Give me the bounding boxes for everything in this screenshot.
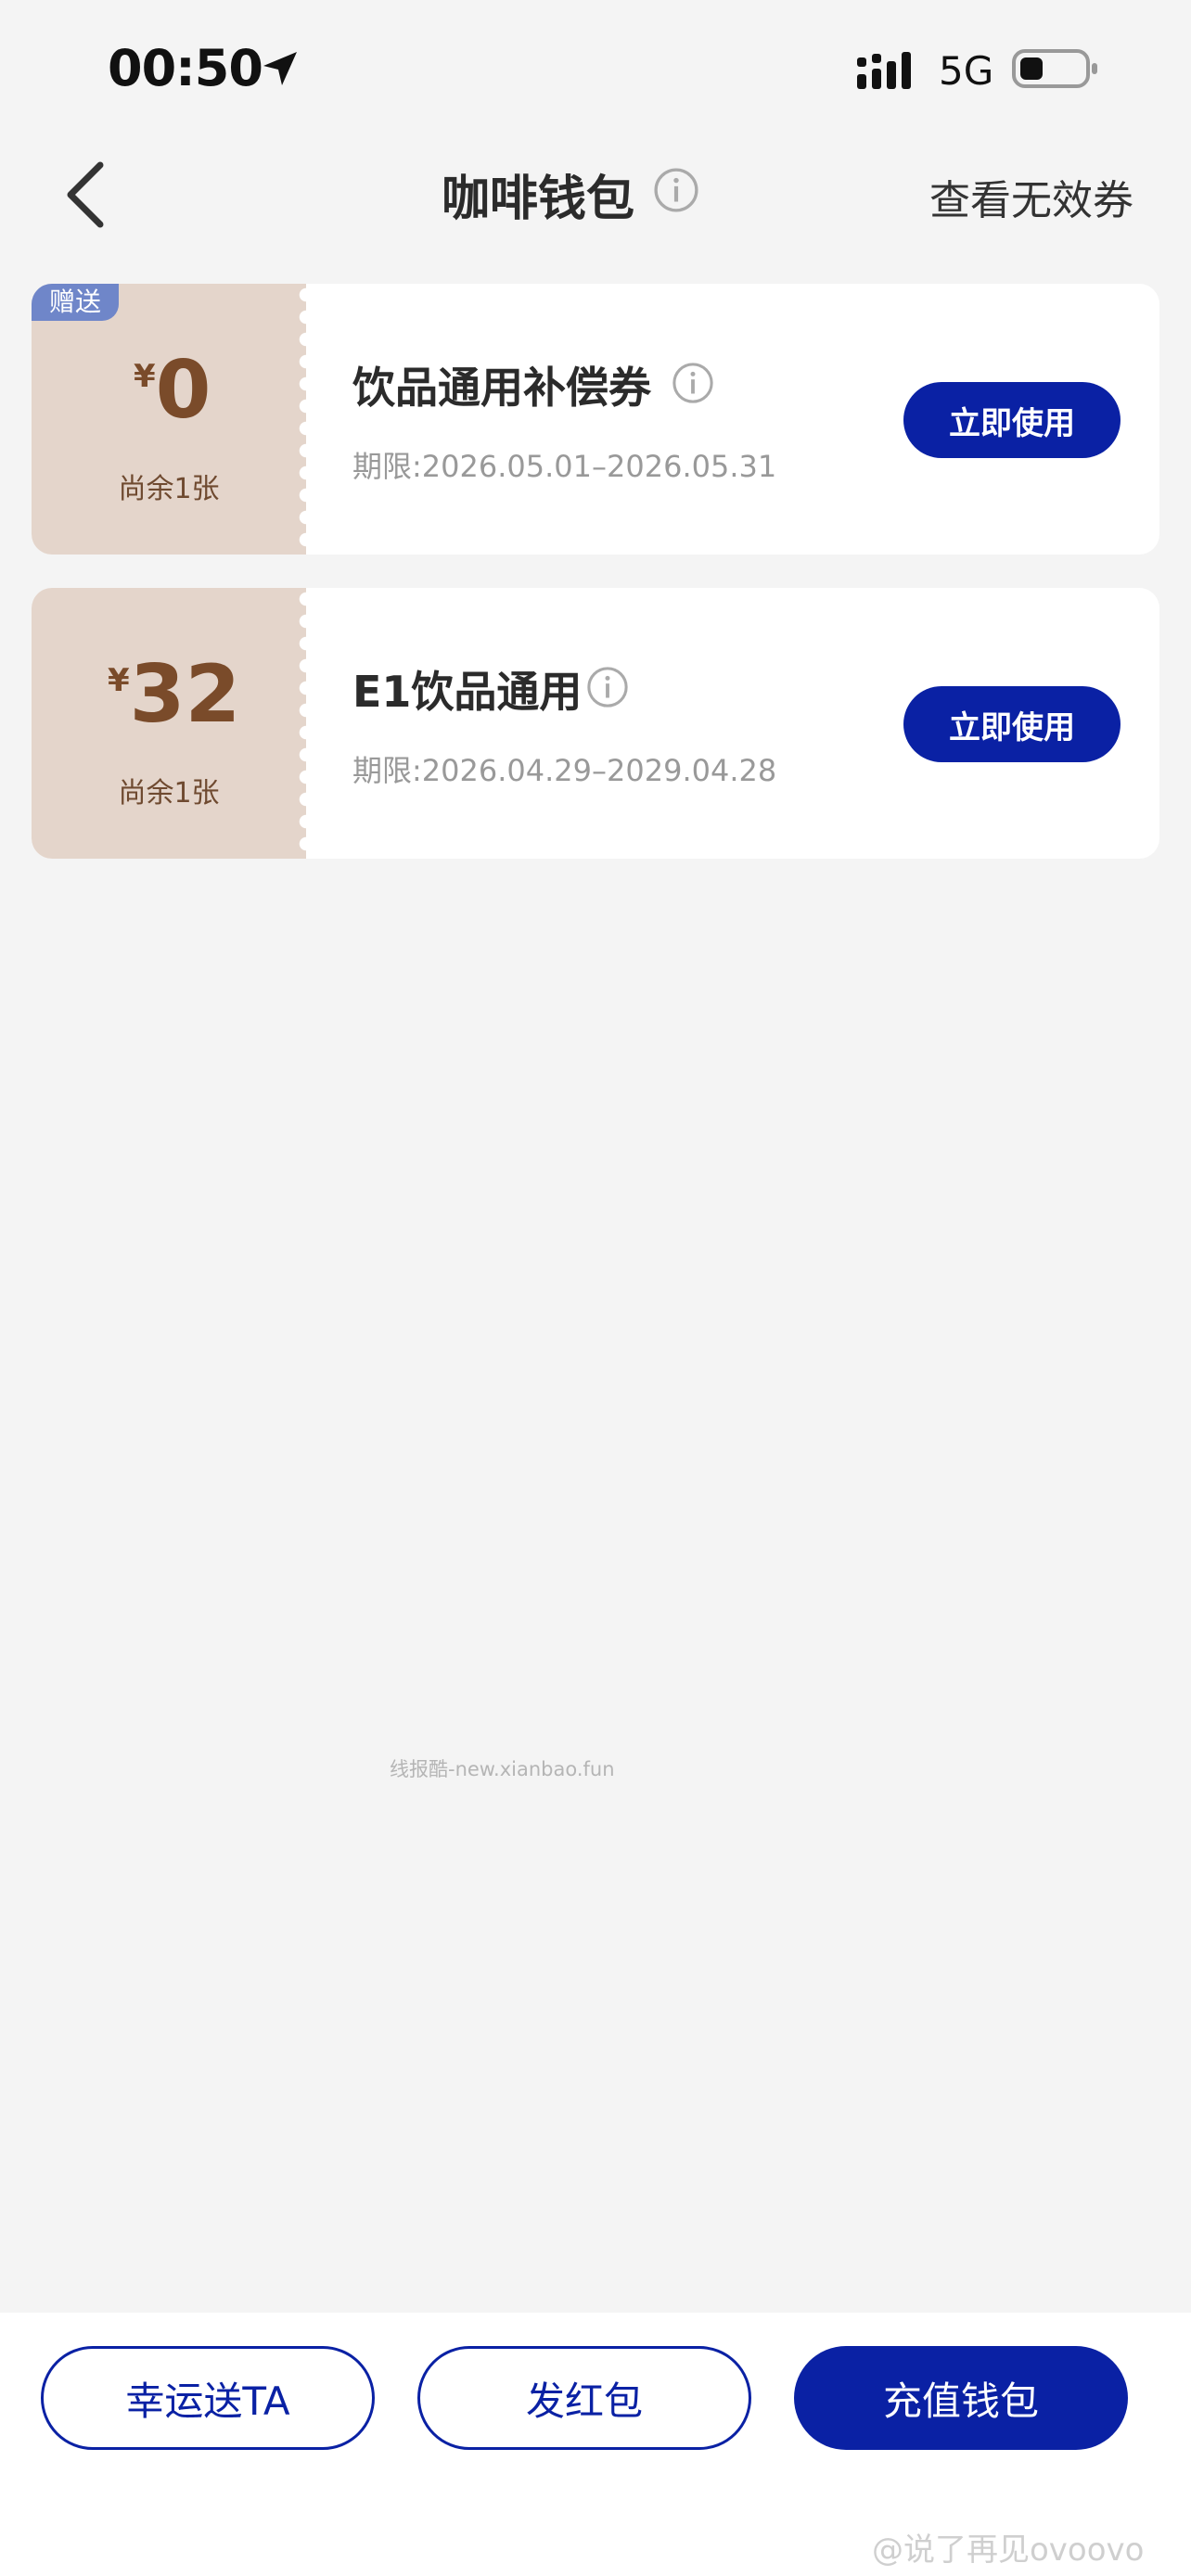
page-title: 咖啡钱包 xyxy=(442,172,635,227)
status-time: 00:50 xyxy=(108,39,263,97)
use-now-button[interactable]: 立即使用 xyxy=(903,686,1121,762)
coupon-amount: ¥32 xyxy=(108,653,240,736)
back-chevron-icon[interactable] xyxy=(59,159,115,230)
coupon-value-panel: ¥32 尚余1张 xyxy=(32,588,306,859)
view-invalid-coupons-link[interactable]: 查看无效券 xyxy=(929,167,1133,226)
info-icon[interactable] xyxy=(586,666,629,708)
remaining-count: 尚余1张 xyxy=(118,777,220,810)
perforation-edge xyxy=(295,284,317,555)
amount-value: 32 xyxy=(129,648,241,741)
watermark-text: 线报酷-new.xianbao.fun xyxy=(390,1758,615,1780)
weibo-watermark: @说了再见ovoovo xyxy=(872,2531,1145,2569)
network-type: 5G xyxy=(939,48,994,94)
signal-icon xyxy=(857,52,911,89)
gift-tag: 赠送 xyxy=(32,284,119,321)
lucky-gift-button[interactable]: 幸运送TA xyxy=(41,2346,375,2450)
amount-value: 0 xyxy=(155,344,211,437)
currency-symbol: ¥ xyxy=(134,358,156,395)
coupon-amount: ¥0 xyxy=(134,349,211,432)
info-icon[interactable] xyxy=(672,362,714,404)
currency-symbol: ¥ xyxy=(108,662,130,699)
coupon-card[interactable]: ¥32 尚余1张 E1饮品通用 期限:2026.04.29–2029.04.28… xyxy=(32,588,1159,859)
battery-icon xyxy=(1012,49,1097,88)
coupon-card[interactable]: 赠送 ¥0 尚余1张 饮品通用补偿券 期限:2026.05.01–2026.05… xyxy=(32,284,1159,555)
remaining-count: 尚余1张 xyxy=(118,473,220,505)
coupon-name: E1饮品通用 xyxy=(352,667,583,717)
recharge-wallet-button[interactable]: 充值钱包 xyxy=(794,2346,1128,2450)
coupon-validity: 期限:2026.05.01–2026.05.31 xyxy=(352,449,777,484)
coupon-validity: 期限:2026.04.29–2029.04.28 xyxy=(352,753,777,788)
info-icon[interactable] xyxy=(653,167,699,213)
status-bar: 00:50 5G xyxy=(0,0,1191,139)
navigation-bar: 咖啡钱包 查看无效券 xyxy=(0,139,1191,250)
perforation-edge xyxy=(295,588,317,859)
use-now-button[interactable]: 立即使用 xyxy=(903,382,1121,458)
coupon-name: 饮品通用补偿券 xyxy=(352,363,651,413)
location-arrow-icon xyxy=(263,52,297,85)
coupon-value-panel: 赠送 ¥0 尚余1张 xyxy=(32,284,306,555)
red-packet-button[interactable]: 发红包 xyxy=(417,2346,751,2450)
